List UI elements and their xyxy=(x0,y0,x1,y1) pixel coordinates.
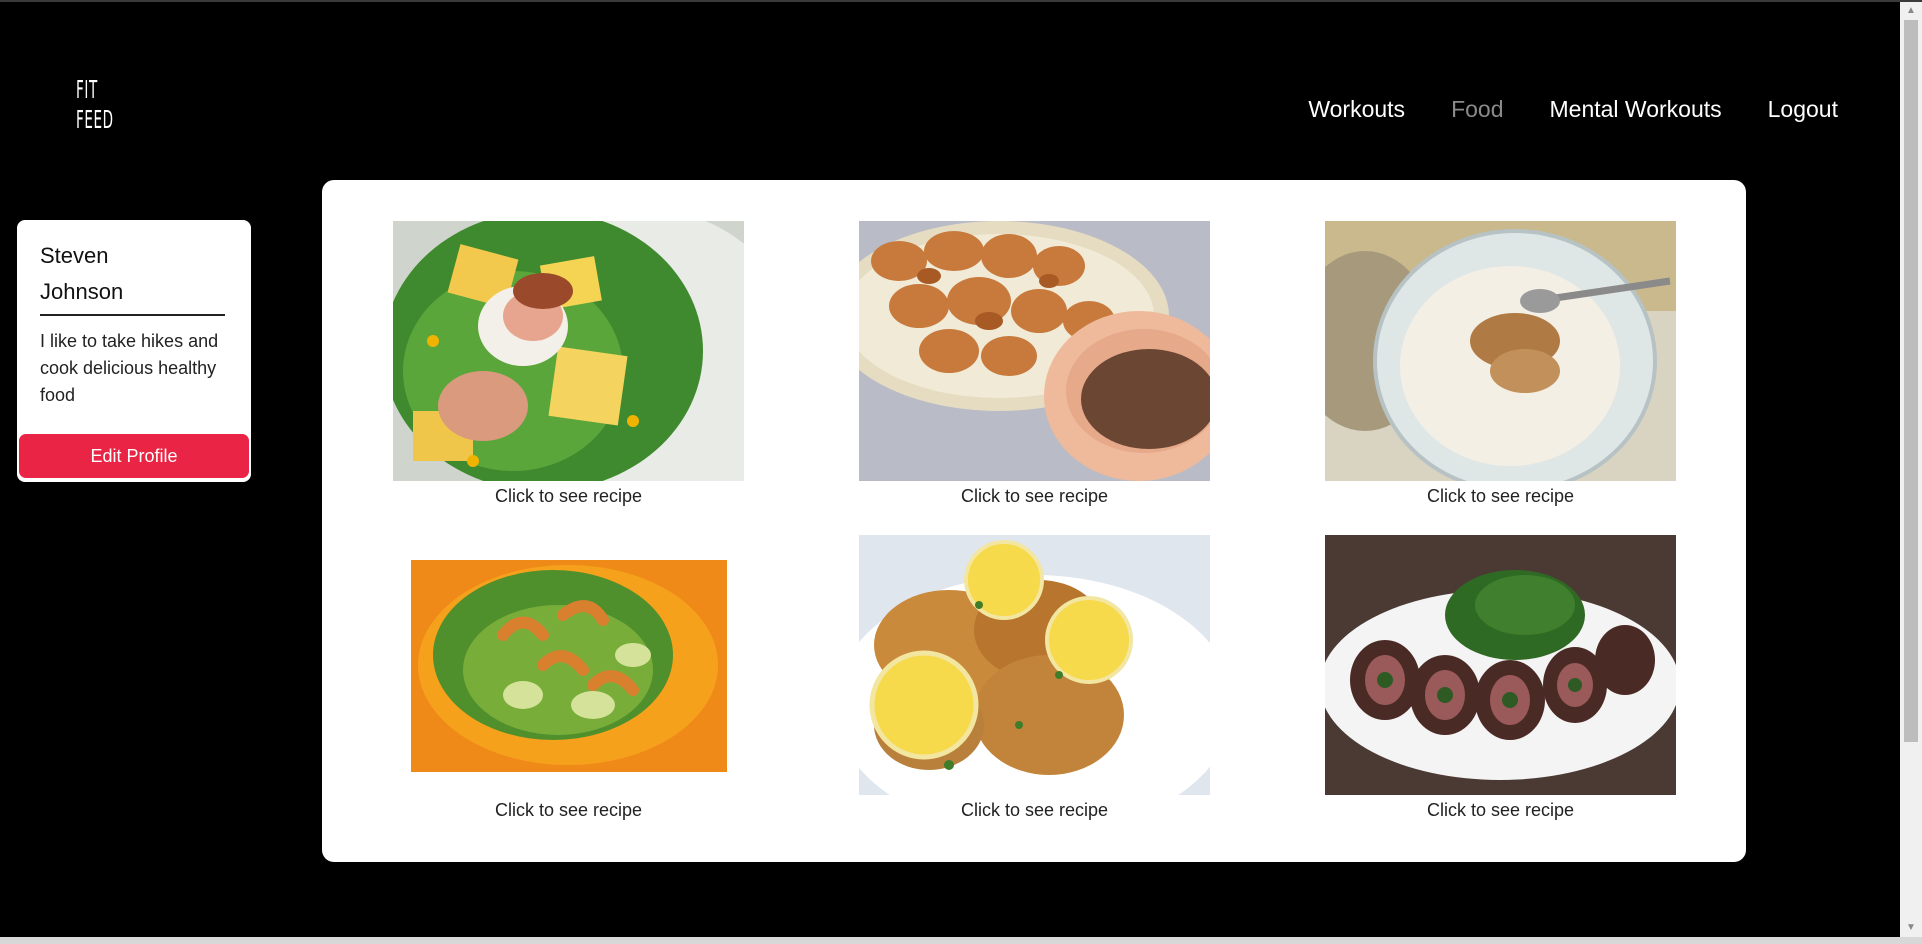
food-image-shrimp-avocado-salad[interactable] xyxy=(393,535,744,795)
edit-profile-button[interactable]: Edit Profile xyxy=(19,434,249,478)
food-caption[interactable]: Click to see recipe xyxy=(393,800,744,821)
page-scrollbar[interactable]: ▲ ▼ xyxy=(1900,2,1922,937)
main-nav: Workouts Food Mental Workouts Logout xyxy=(1262,96,1838,123)
food-grid-panel: Click to see recipe Click to see recipe … xyxy=(322,180,1746,862)
food-card[interactable]: Click to see recipe xyxy=(393,535,744,821)
profile-last-name: Johnson xyxy=(40,279,124,304)
profile-name: Steven Johnson xyxy=(40,238,225,316)
nav-mental-workouts[interactable]: Mental Workouts xyxy=(1550,96,1722,123)
scroll-up-arrow-icon[interactable]: ▲ xyxy=(1900,2,1922,20)
profile-card: Steven Johnson I like to take hikes and … xyxy=(17,220,251,482)
food-image-grilled-chicken-bites[interactable] xyxy=(859,221,1210,481)
logo-line-2: FEED xyxy=(76,105,114,134)
nav-logout[interactable]: Logout xyxy=(1768,96,1838,123)
food-card[interactable]: Click to see recipe xyxy=(859,221,1210,507)
food-image-stuffed-beef[interactable] xyxy=(1325,535,1676,795)
food-caption[interactable]: Click to see recipe xyxy=(859,800,1210,821)
page: FIT FEED Workouts Food Mental Workouts L… xyxy=(0,0,1922,944)
food-image-rice-pudding[interactable] xyxy=(1325,221,1676,481)
food-card[interactable]: Click to see recipe xyxy=(393,221,744,507)
food-caption[interactable]: Click to see recipe xyxy=(1325,800,1676,821)
profile-bio: I like to take hikes and cook delicious … xyxy=(40,331,219,405)
food-caption[interactable]: Click to see recipe xyxy=(859,486,1210,507)
food-image-scallop-mango-salad[interactable] xyxy=(393,221,744,481)
logo-line-1: FIT xyxy=(76,75,98,104)
food-caption[interactable]: Click to see recipe xyxy=(393,486,744,507)
nav-food[interactable]: Food xyxy=(1451,96,1503,123)
food-image-lemon-chicken[interactable] xyxy=(859,535,1210,795)
scroll-down-arrow-icon[interactable]: ▼ xyxy=(1900,919,1922,937)
food-card[interactable]: Click to see recipe xyxy=(1325,535,1676,821)
food-card[interactable]: Click to see recipe xyxy=(1325,221,1676,507)
scrollbar-thumb[interactable] xyxy=(1904,20,1918,742)
nav-workouts[interactable]: Workouts xyxy=(1308,96,1405,123)
food-card[interactable]: Click to see recipe xyxy=(859,535,1210,821)
window-bottom-border xyxy=(0,937,1922,944)
window-top-border xyxy=(0,0,1922,2)
food-caption[interactable]: Click to see recipe xyxy=(1325,486,1676,507)
profile-first-name: Steven xyxy=(40,243,109,268)
fitfeed-logo[interactable]: FIT FEED xyxy=(76,75,114,135)
